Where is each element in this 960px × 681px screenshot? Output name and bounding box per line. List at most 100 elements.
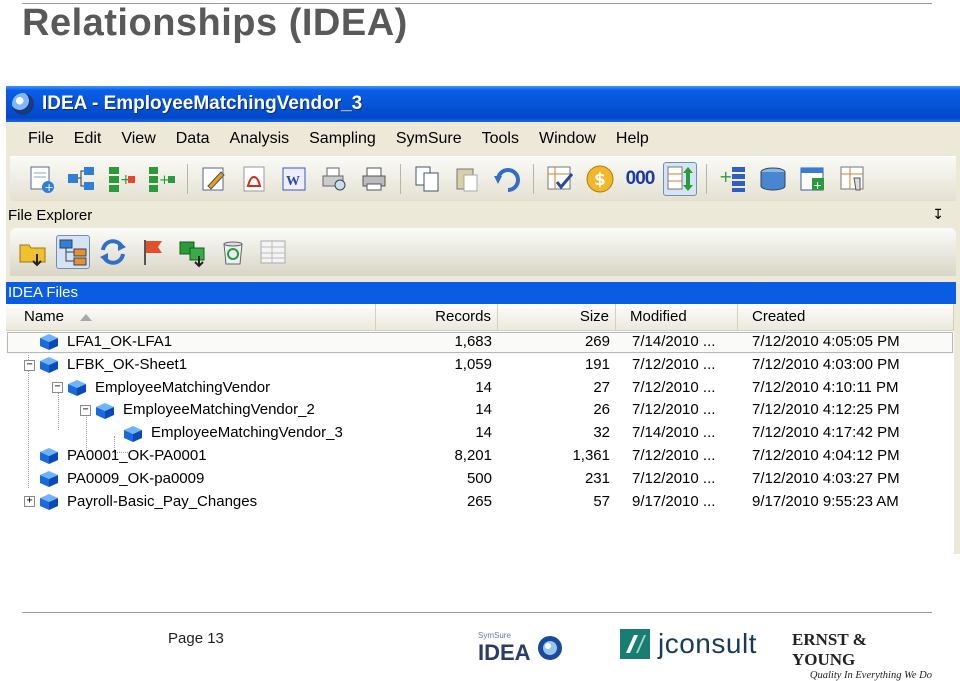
copy-icon[interactable] [410, 162, 444, 196]
records-cell: 14 [475, 378, 492, 396]
size-cell: 1,361 [572, 446, 610, 464]
row-name-cell: − LFBK_OK-Sheet1 [24, 354, 187, 377]
row-name-cell: PA0001_OK-PA0001 [24, 445, 207, 468]
database-icon [40, 448, 58, 465]
tree-view-icon[interactable] [56, 235, 90, 269]
row-name-cell: LFA1_OK-LFA1 [24, 331, 172, 354]
recycle-bin-icon[interactable] [216, 235, 250, 269]
menu-data[interactable]: Data [166, 130, 220, 148]
size-cell: 57 [593, 492, 610, 510]
idea-logo-small: SymSure [478, 631, 511, 640]
join-icon[interactable]: + [104, 162, 138, 196]
print-icon[interactable] [357, 162, 391, 196]
edit-icon[interactable] [197, 162, 231, 196]
collapse-toggle[interactable]: − [52, 382, 63, 394]
modified-cell: 7/12/2010 ... [632, 355, 716, 373]
file-name: EmployeeMatchingVendor_3 [151, 424, 343, 442]
refresh-icon[interactable] [96, 235, 130, 269]
idea-window: IDEA - EmployeeMatchingVendor_3 File Edi… [6, 86, 960, 554]
row-name-cell: + Payroll-Basic_Pay_Changes [24, 491, 257, 514]
toolbar-separator [187, 164, 188, 194]
idea-app-icon [12, 93, 34, 115]
table-row[interactable]: − EmployeeMatchingVendor 14 27 7/12/2010 … [6, 377, 954, 400]
append-field-icon[interactable]: + [716, 162, 750, 196]
pin-icon[interactable]: ↧ [932, 206, 944, 223]
slide-title: Relationships (IDEA) [22, 2, 408, 44]
table-row[interactable]: PA0009_OK-pa0009 500 231 7/12/2010 ... 7… [6, 468, 954, 491]
properties-icon[interactable] [256, 235, 290, 269]
append-icon[interactable]: + [144, 162, 178, 196]
toolbar-separator [400, 164, 401, 194]
records-cell: 14 [475, 401, 492, 419]
records-cell: 1,059 [454, 355, 492, 373]
menu-analysis[interactable]: Analysis [220, 130, 300, 148]
undo-icon[interactable] [490, 162, 524, 196]
ey-name: ERNST & YOUNG [792, 630, 867, 669]
table-row[interactable]: LFA1_OK-LFA1 1,683 269 7/14/2010 ... 7/1… [6, 331, 954, 354]
paste-icon[interactable] [450, 162, 484, 196]
table-row[interactable]: EmployeeMatchingVendor_3 14 32 7/14/2010… [6, 422, 954, 445]
window-titlebar[interactable]: IDEA - EmployeeMatchingVendor_3 [6, 86, 960, 122]
collapse-toggle[interactable]: − [80, 405, 91, 417]
created-cell: 9/17/2010 9:55:23 AM [752, 492, 899, 510]
size-cell: 26 [593, 401, 610, 419]
menu-window[interactable]: Window [529, 130, 606, 148]
menu-tools[interactable]: Tools [472, 130, 529, 148]
idea-logo: SymSure IDEA [476, 628, 566, 665]
menu-sampling[interactable]: Sampling [299, 130, 386, 148]
table-row[interactable]: − LFBK_OK-Sheet1 1,059 191 7/12/2010 ... … [6, 354, 954, 377]
menu-file[interactable]: File [6, 130, 64, 148]
word-icon[interactable]: W [277, 162, 311, 196]
sort-ascending-icon [80, 313, 93, 321]
main-toolbar: + + + W $ 000 + + [10, 156, 956, 201]
table-row[interactable]: PA0001_OK-PA0001 8,201 1,361 7/12/2010 .… [6, 445, 954, 468]
criteria-icon[interactable]: + [796, 162, 830, 196]
file-explorer-toolbar [10, 228, 956, 276]
created-cell: 7/12/2010 4:17:42 PM [752, 424, 900, 442]
toolbar-separator [533, 164, 534, 194]
menu-symsure[interactable]: SymSure [386, 130, 472, 148]
history-icon[interactable] [836, 162, 870, 196]
table-row[interactable]: − EmployeeMatchingVendor_2 14 26 7/12/201… [6, 399, 954, 422]
relate-icon[interactable] [64, 162, 98, 196]
file-grid: Name Records Size Modified Created LFA1_… [6, 304, 954, 554]
menu-view[interactable]: View [111, 130, 165, 148]
collapse-toggle[interactable]: − [24, 359, 35, 371]
menu-edit[interactable]: Edit [64, 130, 112, 148]
open-folder-icon[interactable] [16, 235, 50, 269]
database-icon [96, 402, 114, 419]
numeric-format-icon[interactable]: 000 [623, 162, 657, 196]
pdf-icon[interactable] [237, 162, 271, 196]
currency-icon[interactable]: $ [583, 162, 617, 196]
modified-cell: 7/14/2010 ... [632, 333, 716, 350]
file-name: Payroll-Basic_Pay_Changes [67, 492, 258, 510]
sort-icon[interactable] [663, 162, 697, 196]
footer-rule [22, 612, 932, 613]
flag-icon[interactable] [136, 235, 170, 269]
print-preview-icon[interactable] [317, 162, 351, 196]
toolbar-separator [706, 164, 707, 194]
modified-cell: 7/12/2010 ... [632, 378, 716, 396]
expand-toggle[interactable]: + [24, 496, 35, 508]
created-cell: 7/12/2010 4:03:00 PM [752, 355, 900, 373]
file-explorer-header: File Explorer ↧ [6, 204, 960, 226]
svg-text:W: W [286, 174, 300, 189]
svg-text:+: + [813, 179, 822, 192]
table-row[interactable]: + Payroll-Basic_Pay_Changes 265 57 9/17/2… [6, 491, 954, 514]
column-header-records[interactable]: Records [376, 304, 498, 330]
size-cell: 191 [584, 355, 610, 373]
database-icon[interactable] [756, 162, 790, 196]
column-header-size[interactable]: Size [498, 304, 616, 330]
field-statistics-icon[interactable] [543, 162, 577, 196]
column-header-name[interactable]: Name [6, 304, 376, 330]
modified-cell: 7/12/2010 ... [632, 446, 716, 464]
file-rows: LFA1_OK-LFA1 1,683 269 7/14/2010 ... 7/1… [6, 331, 954, 513]
size-cell: 27 [593, 378, 610, 396]
menu-help[interactable]: Help [606, 130, 659, 148]
new-database-icon[interactable]: + [24, 162, 58, 196]
file-name: LFA1_OK-LFA1 [67, 333, 173, 350]
column-header-modified[interactable]: Modified [616, 304, 738, 330]
size-cell: 231 [584, 469, 610, 487]
import-icon[interactable] [176, 235, 210, 269]
column-header-created[interactable]: Created [738, 304, 954, 330]
